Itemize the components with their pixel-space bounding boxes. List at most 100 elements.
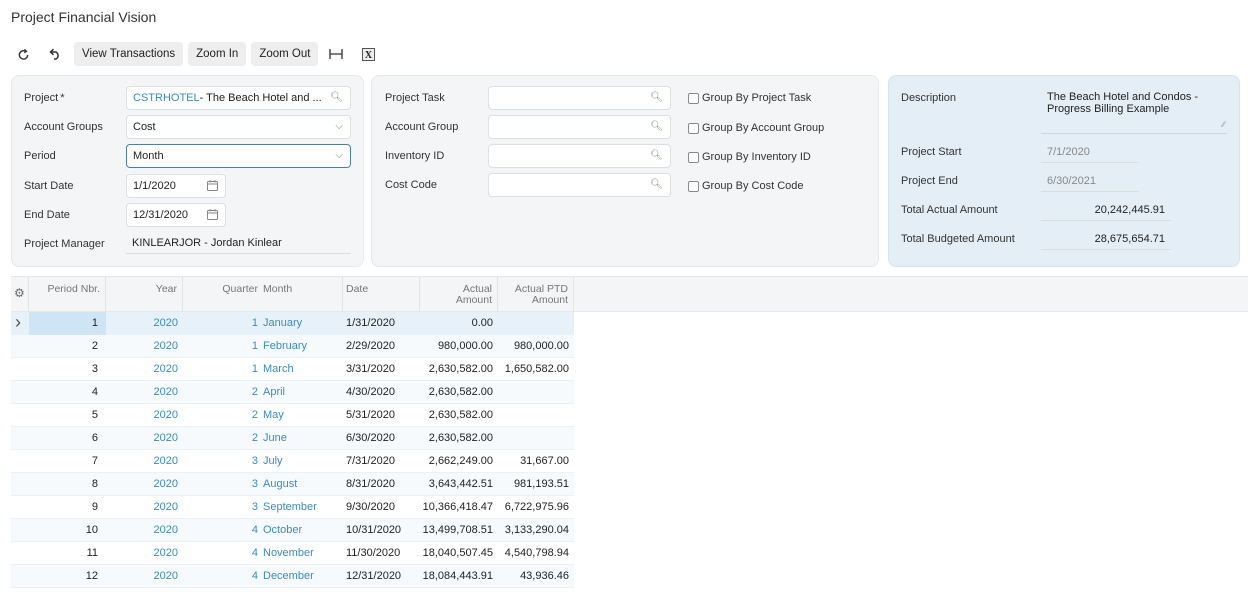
fit-width-icon[interactable] <box>323 41 349 67</box>
quarter-link[interactable]: 3 <box>183 450 260 473</box>
table-row[interactable]: 7 2020 3 July 7/31/2020 2,662,249.00 31,667.00 <box>11 450 574 473</box>
column-header-year[interactable]: Year <box>106 277 183 313</box>
month-link[interactable]: March <box>260 358 343 381</box>
column-header-date[interactable]: Date <box>343 277 420 313</box>
month-link[interactable]: July <box>260 450 343 473</box>
row-selector[interactable] <box>11 565 29 588</box>
year-link[interactable]: 2020 <box>106 496 183 519</box>
row-selector[interactable] <box>11 519 29 542</box>
group-by-cost-code-checkbox[interactable]: Group By Cost Code <box>688 180 804 192</box>
zoom-out-button[interactable]: Zoom Out <box>251 42 319 66</box>
row-selector[interactable] <box>11 358 29 381</box>
period-select[interactable]: Month ⌵ <box>126 144 351 168</box>
quarter-link[interactable]: 1 <box>183 358 260 381</box>
month-link[interactable]: June <box>260 427 343 450</box>
row-selector[interactable] <box>11 542 29 565</box>
description-textarea[interactable]: The Beach Hotel and Condos - Progress Bi… <box>1041 86 1227 134</box>
table-row[interactable]: 5 2020 2 May 5/31/2020 2,630,582.00 <box>11 404 574 427</box>
month-link[interactable]: August <box>260 473 343 496</box>
project-task-input[interactable]: 🔍︎ <box>488 86 671 110</box>
month-link[interactable]: January <box>260 312 343 335</box>
quarter-link[interactable]: 3 <box>183 496 260 519</box>
year-link[interactable]: 2020 <box>106 473 183 496</box>
row-selector[interactable] <box>11 381 29 404</box>
search-icon[interactable]: 🔍︎ <box>330 92 343 103</box>
row-selector[interactable] <box>11 450 29 473</box>
cost-code-input[interactable]: 🔍︎ <box>488 173 671 197</box>
column-header-actual-amount[interactable]: Actual Amount <box>420 277 498 313</box>
excel-export-icon[interactable]: X <box>355 41 381 67</box>
inventory-id-input[interactable]: 🔍︎ <box>488 144 671 168</box>
start-date-input[interactable]: 1/1/2020 <box>126 174 226 198</box>
search-icon[interactable]: 🔍︎ <box>650 121 663 132</box>
year-link[interactable]: 2020 <box>106 381 183 404</box>
table-row[interactable]: 3 2020 1 March 3/31/2020 2,630,582.00 1,650,58… <box>11 358 574 381</box>
group-by-inventory-id-checkbox[interactable]: Group By Inventory ID <box>688 151 811 163</box>
zoom-in-button[interactable]: Zoom In <box>188 42 247 66</box>
resize-grip-icon[interactable]: ∕∕ <box>1222 119 1225 131</box>
month-link[interactable]: December <box>260 565 343 588</box>
row-selector[interactable] <box>11 496 29 519</box>
column-header-quarter[interactable]: Quarter <box>183 277 260 313</box>
table-row[interactable]: › 1 2020 1 January 1/31/2020 0.00 <box>11 312 574 335</box>
table-row[interactable]: 4 2020 2 April 4/30/2020 2,630,582.00 <box>11 381 574 404</box>
month-link[interactable]: May <box>260 404 343 427</box>
table-row[interactable]: 12 2020 4 December 12/31/2020 18,084,443.91 43… <box>11 565 574 588</box>
quarter-link[interactable]: 4 <box>183 519 260 542</box>
month-link[interactable]: November <box>260 542 343 565</box>
checkbox-box[interactable] <box>688 151 699 163</box>
column-header-period-nbr[interactable]: Period Nbr. <box>29 277 106 313</box>
calendar-icon[interactable] <box>207 209 218 223</box>
table-row[interactable]: 2 2020 1 February 2/29/2020 980,000.00 980,000… <box>11 335 574 358</box>
search-icon[interactable]: 🔍︎ <box>650 179 663 190</box>
quarter-link[interactable]: 4 <box>183 542 260 565</box>
year-link[interactable]: 2020 <box>106 565 183 588</box>
account-groups-select[interactable]: Cost ⌵ <box>126 115 351 139</box>
end-date-input[interactable]: 12/31/2020 <box>126 203 226 227</box>
checkbox-box[interactable] <box>688 180 699 192</box>
undo-icon[interactable] <box>42 41 68 67</box>
table-row[interactable]: 6 2020 2 June 6/30/2020 2,630,582.00 <box>11 427 574 450</box>
quarter-link[interactable]: 3 <box>183 473 260 496</box>
table-row[interactable]: 9 2020 3 September 9/30/2020 10,366,418.47 6,7… <box>11 496 574 519</box>
year-link[interactable]: 2020 <box>106 542 183 565</box>
table-row[interactable]: 8 2020 3 August 8/31/2020 3,643,442.51 981,193… <box>11 473 574 496</box>
account-group-input[interactable]: 🔍︎ <box>488 115 671 139</box>
column-header-actual-ptd-amount[interactable]: Actual PTD Amount <box>498 277 574 313</box>
refresh-icon[interactable] <box>10 41 36 67</box>
calendar-icon[interactable] <box>207 180 218 194</box>
year-link[interactable]: 2020 <box>106 404 183 427</box>
year-link[interactable]: 2020 <box>106 312 183 335</box>
row-selector[interactable] <box>11 427 29 450</box>
year-link[interactable]: 2020 <box>106 358 183 381</box>
project-selector[interactable]: CSTRHOTEL - The Beach Hotel and ... 🔍︎ <box>126 86 351 110</box>
quarter-link[interactable]: 1 <box>183 335 260 358</box>
quarter-link[interactable]: 2 <box>183 427 260 450</box>
row-selector[interactable] <box>11 404 29 427</box>
year-link[interactable]: 2020 <box>106 450 183 473</box>
checkbox-box[interactable] <box>688 92 699 104</box>
column-header-month[interactable]: Month <box>260 277 343 313</box>
search-icon[interactable]: 🔍︎ <box>650 150 663 161</box>
month-link[interactable]: September <box>260 496 343 519</box>
search-icon[interactable]: 🔍︎ <box>650 92 663 103</box>
project-code-link[interactable]: CSTRHOTEL <box>133 92 200 104</box>
group-by-account-group-checkbox[interactable]: Group By Account Group <box>688 122 824 134</box>
month-link[interactable]: October <box>260 519 343 542</box>
month-link[interactable]: April <box>260 381 343 404</box>
quarter-link[interactable]: 2 <box>183 381 260 404</box>
view-transactions-button[interactable]: View Transactions <box>74 42 184 66</box>
quarter-link[interactable]: 4 <box>183 565 260 588</box>
year-link[interactable]: 2020 <box>106 519 183 542</box>
table-row[interactable]: 11 2020 4 November 11/30/2020 18,040,507.45 4,… <box>11 542 574 565</box>
row-selector-chevron-icon[interactable]: › <box>11 312 29 335</box>
row-selector[interactable] <box>11 473 29 496</box>
quarter-link[interactable]: 1 <box>183 312 260 335</box>
year-link[interactable]: 2020 <box>106 427 183 450</box>
checkbox-box[interactable] <box>688 122 699 134</box>
quarter-link[interactable]: 2 <box>183 404 260 427</box>
row-selector[interactable] <box>11 335 29 358</box>
year-link[interactable]: 2020 <box>106 335 183 358</box>
table-row[interactable]: 10 2020 4 October 10/31/2020 13,499,708.51 3,1… <box>11 519 574 542</box>
month-link[interactable]: February <box>260 335 343 358</box>
